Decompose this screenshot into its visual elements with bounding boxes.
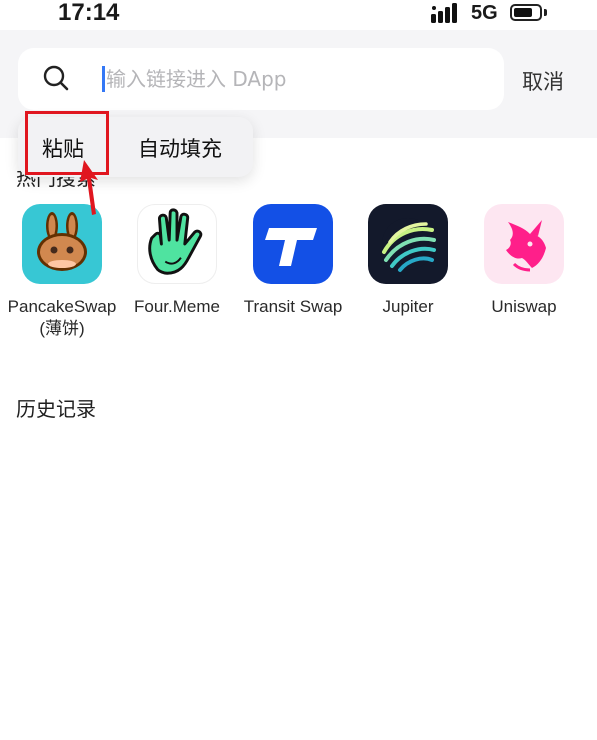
text-caret: [102, 66, 105, 92]
history-section-title: 历史记录: [16, 397, 96, 421]
status-bar: 17:14 5G: [0, 0, 597, 30]
search-input[interactable]: [106, 60, 496, 98]
pancakeswap-bunny-icon: [22, 204, 102, 284]
search-icon: [43, 65, 69, 91]
dapp-item-fourmeme[interactable]: Four.Meme: [121, 204, 233, 318]
network-type: 5G: [471, 2, 498, 24]
battery-cap: [544, 9, 547, 16]
uniswap-unicorn-icon: [484, 204, 564, 284]
dapp-label: Jupiter: [382, 297, 434, 316]
dapp-label: Uniswap: [491, 297, 557, 316]
status-time: 17:14: [58, 0, 120, 26]
arrow-icon: [80, 160, 98, 215]
dapp-item-pancakeswap[interactable]: PancakeSwap(薄饼): [6, 204, 118, 340]
battery-icon: [510, 4, 542, 21]
dapp-label: Four.Meme: [134, 297, 220, 316]
dapp-item-jupiter[interactable]: Jupiter: [352, 204, 464, 318]
transit-t-icon: [253, 204, 333, 284]
jupiter-planet-icon: [368, 204, 448, 284]
dapp-item-uniswap[interactable]: Uniswap: [468, 204, 580, 318]
dapp-item-transitswap[interactable]: Transit Swap: [237, 204, 349, 318]
autofill-menu-item[interactable]: 自动填充: [138, 133, 222, 163]
dapp-label: PancakeSwap(薄饼): [7, 297, 117, 338]
search-box[interactable]: [18, 48, 504, 110]
waving-hand-icon: [137, 204, 217, 284]
signal-icon: [431, 3, 457, 23]
dapp-label: Transit Swap: [243, 297, 343, 316]
cancel-button[interactable]: 取消: [522, 66, 564, 96]
